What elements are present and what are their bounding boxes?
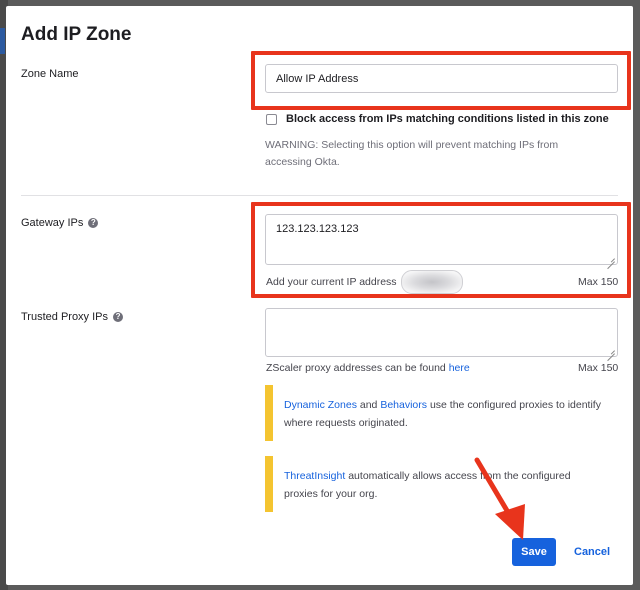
block-access-label: Block access from IPs matching condition…: [286, 113, 609, 125]
trusted-proxy-hint: ZScaler proxy addresses can be found her…: [266, 362, 470, 374]
callout-accent-bar: [265, 456, 273, 512]
behaviors-link[interactable]: Behaviors: [380, 399, 427, 411]
gateway-ips-label: Gateway IPs: [21, 217, 84, 229]
threatinsight-link[interactable]: ThreatInsight: [284, 470, 345, 482]
current-ip-chip[interactable]: [400, 270, 463, 294]
callout-threatinsight: ThreatInsight automatically allows acces…: [265, 456, 623, 512]
add-current-ip-hint: Add your current IP address: [266, 276, 397, 288]
add-ip-zone-dialog: Add IP Zone Zone Name Allow IP Address B…: [6, 6, 633, 585]
zscaler-here-link[interactable]: here: [449, 362, 470, 374]
gateway-ips-max: Max 150: [578, 276, 619, 288]
trusted-proxy-ips-textarea[interactable]: [265, 308, 618, 357]
cancel-button[interactable]: Cancel: [574, 546, 610, 558]
trusted-proxy-max: Max 150: [578, 362, 619, 374]
block-warning: WARNING: Selecting this option will prev…: [265, 137, 558, 171]
callout-1-line-2: where requests originated.: [284, 417, 408, 429]
zone-name-label: Zone Name: [21, 68, 79, 80]
trusted-proxy-ips-label: Trusted Proxy IPs: [21, 311, 109, 323]
zone-name-input[interactable]: Allow IP Address: [265, 64, 618, 93]
resize-handle-icon[interactable]: [607, 346, 615, 354]
help-circle-icon[interactable]: ?: [88, 218, 99, 228]
gateway-ips-textarea[interactable]: 123.123.123.123: [265, 214, 618, 265]
zscaler-hint-text: ZScaler proxy addresses can be found: [266, 362, 446, 374]
warning-line-1: WARNING: Selecting this option will prev…: [265, 139, 559, 151]
callout-accent-bar: [265, 385, 273, 441]
callout-dynamic-zones-text: Dynamic Zones and Behaviors use the conf…: [284, 396, 601, 432]
section-divider: [21, 195, 618, 196]
dynamic-zones-link[interactable]: Dynamic Zones: [284, 399, 357, 411]
trusted-proxy-label-row: Trusted Proxy IPs?: [21, 311, 124, 323]
resize-handle-icon[interactable]: [607, 254, 615, 262]
gateway-ips-hint-row: Add your current IP address: [266, 270, 463, 294]
annotation-arrow-icon: [474, 457, 525, 540]
gateway-ips-value: 123.123.123.123: [276, 223, 359, 235]
block-access-checkbox[interactable]: [266, 114, 277, 125]
zone-name-value: Allow IP Address: [276, 72, 359, 85]
background-tab: [0, 28, 5, 54]
help-circle-icon[interactable]: ?: [113, 312, 124, 322]
callout-dynamic-zones: Dynamic Zones and Behaviors use the conf…: [265, 385, 623, 441]
dialog-title: Add IP Zone: [21, 24, 132, 45]
callout-and-text: and: [359, 399, 378, 411]
warning-line-2: accessing Okta.: [265, 156, 340, 168]
callout-1-text: use the configured proxies to identify: [429, 399, 601, 411]
gateway-ips-label-row: Gateway IPs?: [21, 217, 99, 229]
